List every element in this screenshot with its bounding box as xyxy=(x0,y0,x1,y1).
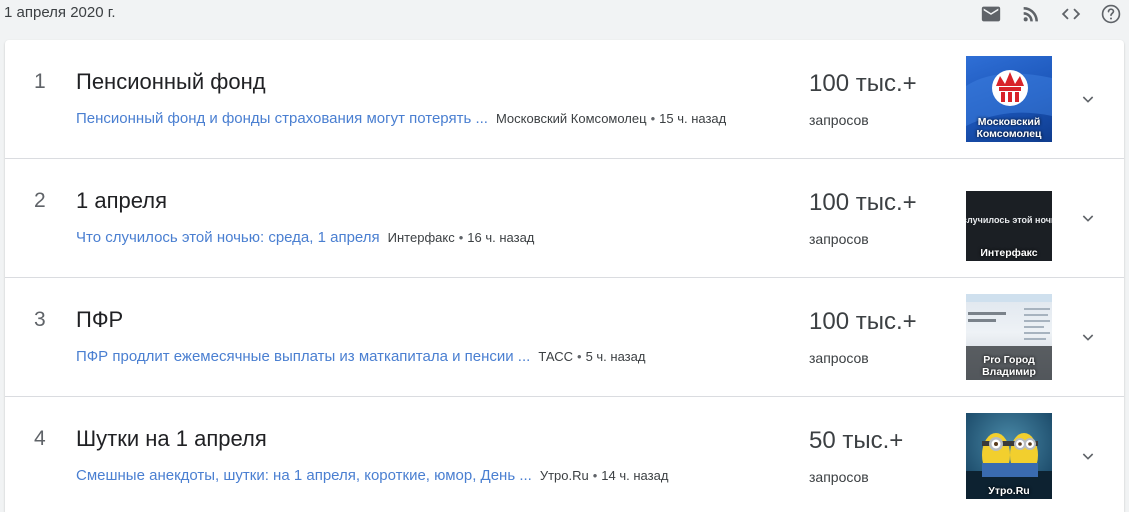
search-count: 100 тыс.+ xyxy=(809,70,917,97)
trend-row[interactable]: 4 Шутки на 1 апреля Смешные анекдоты, шу… xyxy=(5,397,1124,512)
trend-rank: 4 xyxy=(34,427,46,450)
separator-dot: • xyxy=(592,468,598,483)
search-count: 100 тыс.+ xyxy=(809,308,917,335)
article-source: Московский Комсомолец xyxy=(495,111,647,126)
article-source: Интерфакс xyxy=(387,230,455,245)
embed-code-icon[interactable] xyxy=(1059,2,1083,26)
thumbnail-headline: случилось этой ночью: xyxy=(966,215,1052,225)
search-count-label: запросов xyxy=(809,231,869,247)
article-link[interactable]: Пенсионный фонд и фонды страхования могу… xyxy=(76,110,488,127)
trend-title[interactable]: ПФР xyxy=(76,307,123,333)
mail-icon[interactable] xyxy=(979,2,1003,26)
trend-article-line: Пенсионный фонд и фонды страхования могу… xyxy=(76,110,726,127)
thumbnail-caption: Утро.Ru xyxy=(988,485,1030,497)
thumbnail-caption: Pro Город Владимир xyxy=(982,354,1036,378)
top-bar: 1 апреля 2020 г. xyxy=(0,0,1129,32)
article-age: 5 ч. назад xyxy=(585,349,646,364)
article-link[interactable]: ПФР продлит ежемесячные выплаты из матка… xyxy=(76,348,530,365)
thumbnail-caption: Интерфакс xyxy=(980,247,1038,259)
trend-article-line: ПФР продлит ежемесячные выплаты из матка… xyxy=(76,348,645,365)
search-count-label: запросов xyxy=(809,469,869,485)
trends-list: 1 Пенсионный фонд Пенсионный фонд и фонд… xyxy=(5,40,1124,512)
article-link[interactable]: Что случилось этой ночью: среда, 1 апрел… xyxy=(76,229,380,246)
trend-rank: 2 xyxy=(34,189,46,212)
expand-chevron-icon[interactable] xyxy=(1077,326,1099,348)
trend-thumbnail[interactable]: Московский Комсомолец xyxy=(966,56,1052,142)
trend-thumbnail[interactable]: Утро.Ru xyxy=(966,413,1052,499)
search-count: 50 тыс.+ xyxy=(809,427,904,454)
article-age: 14 ч. назад xyxy=(601,468,669,483)
trend-title[interactable]: 1 апреля xyxy=(76,188,167,214)
search-count: 100 тыс.+ xyxy=(809,189,917,216)
article-age: 16 ч. назад xyxy=(467,230,535,245)
search-count-label: запросов xyxy=(809,112,869,128)
expand-chevron-icon[interactable] xyxy=(1077,445,1099,467)
trend-title[interactable]: Шутки на 1 апреля xyxy=(76,426,267,452)
expand-chevron-icon[interactable] xyxy=(1077,207,1099,229)
article-source: ТАСС xyxy=(538,349,573,364)
separator-dot: • xyxy=(577,349,582,364)
separator-dot: • xyxy=(650,111,656,126)
date-label: 1 апреля 2020 г. xyxy=(4,4,116,21)
toolbar-icons xyxy=(979,2,1123,26)
article-age: 15 ч. назад xyxy=(659,111,727,126)
trend-row[interactable]: 3 ПФР ПФР продлит ежемесячные выплаты из… xyxy=(5,278,1124,397)
separator-dot: • xyxy=(458,230,464,245)
trend-thumbnail[interactable]: случилось этой ночью: Интерфакс xyxy=(966,191,1052,261)
expand-chevron-icon[interactable] xyxy=(1077,88,1099,110)
rss-icon[interactable] xyxy=(1019,2,1043,26)
trend-rank: 3 xyxy=(34,308,46,331)
trend-thumbnail[interactable]: Pro Город Владимир xyxy=(966,294,1052,380)
article-source: Утро.Ru xyxy=(539,468,589,483)
trend-title[interactable]: Пенсионный фонд xyxy=(76,69,266,95)
help-icon[interactable] xyxy=(1099,2,1123,26)
thumbnail-caption: Московский Комсомолец xyxy=(976,116,1042,140)
trend-rank: 1 xyxy=(34,70,46,93)
trend-row[interactable]: 2 1 апреля Что случилось этой ночью: сре… xyxy=(5,159,1124,278)
trend-article-line: Что случилось этой ночью: среда, 1 апрел… xyxy=(76,229,534,246)
article-link[interactable]: Смешные анекдоты, шутки: на 1 апреля, ко… xyxy=(76,467,532,484)
trend-article-line: Смешные анекдоты, шутки: на 1 апреля, ко… xyxy=(76,467,668,484)
search-count-label: запросов xyxy=(809,350,869,366)
trend-row[interactable]: 1 Пенсионный фонд Пенсионный фонд и фонд… xyxy=(5,40,1124,159)
